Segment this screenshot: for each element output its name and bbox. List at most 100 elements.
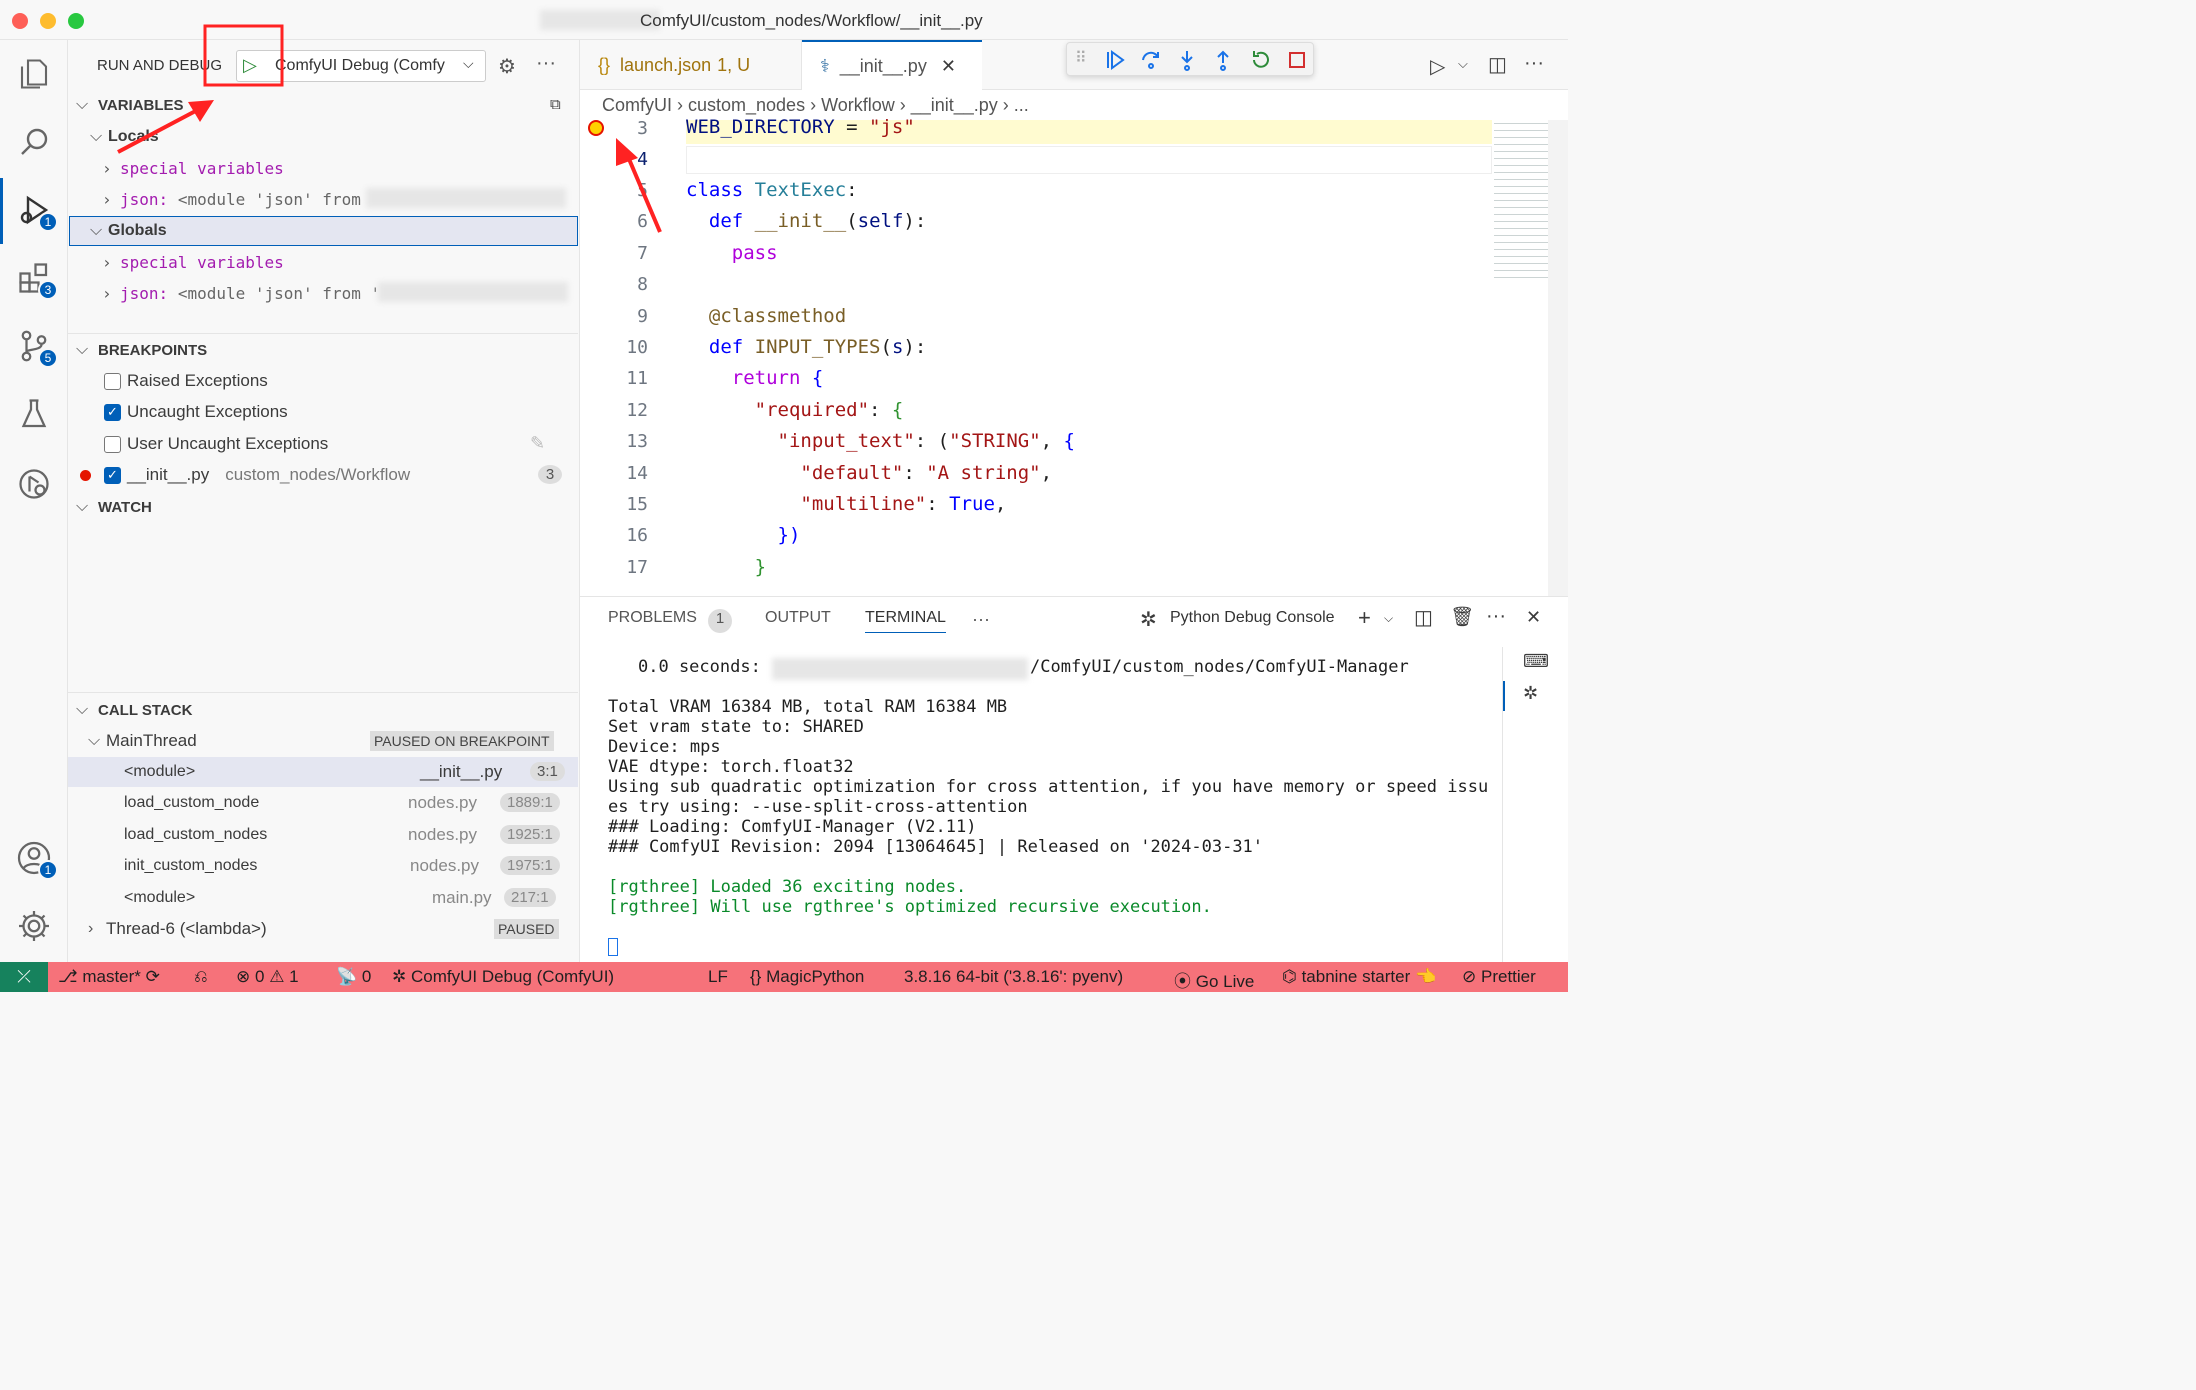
stack-frame[interactable]: <module> __init__.py 3:1 — [68, 757, 578, 787]
stop-icon[interactable] — [1285, 48, 1309, 72]
git-graph-icon[interactable]: ⎌ — [194, 967, 208, 987]
minimap[interactable] — [1494, 120, 1548, 280]
account-icon[interactable]: 1 — [12, 836, 58, 880]
checkbox-checked[interactable]: ✓ — [104, 403, 121, 421]
checkbox[interactable] — [104, 435, 121, 453]
testing-icon[interactable] — [12, 392, 56, 436]
step-out-icon[interactable] — [1211, 48, 1235, 72]
status-badge: PAUSED ON BREAKPOINT — [370, 731, 554, 751]
more-actions-icon[interactable]: ··· — [536, 52, 556, 75]
code-line: def INPUT_TYPES(s): — [708, 336, 927, 358]
terminal-cursor[interactable] — [608, 938, 618, 956]
more-tabs-icon[interactable]: ··· — [972, 609, 990, 630]
variable-row[interactable]: › special variables — [68, 153, 578, 183]
start-debugging-icon[interactable]: ▷ — [243, 55, 257, 76]
debug-console-icon[interactable]: ✲ — [1523, 683, 1538, 704]
branch-status[interactable]: ⎇ master* ⟳ — [58, 967, 160, 987]
extensions-icon[interactable]: 3 — [12, 256, 58, 300]
activity-bar: 1 3 5 1 — [0, 40, 68, 962]
continue-icon[interactable] — [1103, 48, 1127, 72]
search-icon[interactable] — [12, 120, 56, 164]
step-into-icon[interactable] — [1175, 48, 1199, 72]
stack-frame[interactable]: load_custom_node nodes.py 1889:1 — [68, 788, 578, 818]
thread-main[interactable]: ⌵ MainThread PAUSED ON BREAKPOINT — [68, 726, 578, 756]
debug-console-icon: ✲ — [1140, 609, 1157, 631]
tabnine-status[interactable]: ⌬ tabnine starter 👈 — [1282, 967, 1436, 987]
code-line: def __init__(self): — [708, 210, 927, 232]
redacted-path — [378, 282, 568, 302]
breakpoints-header[interactable]: ⌵ BREAKPOINTS — [68, 335, 578, 365]
breakpoint-raised[interactable]: Raised Exceptions — [68, 366, 578, 396]
python-interpreter-status[interactable]: 3.8.16 64-bit ('3.8.16': pyenv) — [904, 967, 1123, 987]
close-icon[interactable]: ✕ — [941, 56, 956, 77]
edit-condition-icon[interactable]: ✎ — [530, 433, 545, 454]
breakpoint-uncaught[interactable]: ✓ Uncaught Exceptions — [68, 397, 578, 427]
chevron-down-icon: ⌵ — [76, 96, 89, 113]
stack-frame[interactable]: load_custom_nodes nodes.py 1925:1 — [68, 820, 578, 850]
maximize-window-button[interactable] — [68, 13, 84, 29]
tab-problems[interactable]: PROBLEMS — [608, 609, 697, 627]
split-terminal-icon[interactable]: ◫ — [1414, 605, 1433, 630]
language-status[interactable]: {} MagicPython — [750, 967, 864, 987]
checkbox[interactable] — [104, 372, 121, 390]
chevron-down-icon[interactable]: ⌵ — [1384, 611, 1393, 626]
gear-icon[interactable]: ⚙ — [498, 54, 516, 79]
thread-6[interactable]: › Thread-6 (<lambda>) PAUSED — [68, 914, 578, 944]
tab-init-py[interactable]: ⚕ __init__.py ✕ — [802, 40, 982, 90]
breakpoint-file[interactable]: ✓ __init__.py custom_nodes/Workflow 3 — [68, 460, 578, 490]
problems-status[interactable]: ⊗ 0 ⚠ 1 — [236, 967, 299, 987]
new-terminal-icon[interactable]: + — [1358, 605, 1371, 631]
split-editor-icon[interactable]: ◫ — [1488, 52, 1507, 77]
locals-scope[interactable]: ⌵ Locals — [68, 122, 578, 152]
tab-terminal[interactable]: TERMINAL — [865, 609, 946, 633]
remote-icon[interactable]: ⤫ — [0, 962, 48, 992]
more-actions-icon[interactable]: ··· — [1486, 605, 1506, 628]
variable-row[interactable]: › json: <module 'json' from — [68, 184, 578, 214]
stack-frame[interactable]: <module> main.py 217:1 — [68, 883, 578, 913]
drag-handle-icon[interactable]: ⠿ — [1075, 48, 1099, 72]
breadcrumb[interactable]: ComfyUI › custom_nodes › Workflow › __in… — [602, 95, 1029, 116]
restart-icon[interactable] — [1249, 48, 1273, 72]
tab-output[interactable]: OUTPUT — [765, 609, 831, 627]
divider — [68, 333, 578, 334]
branch-icon: ⎇ — [58, 967, 78, 986]
gear-icon[interactable] — [12, 904, 56, 948]
chevron-down-icon: ⌵ — [90, 128, 103, 145]
step-over-icon[interactable] — [1139, 48, 1163, 72]
ports-status[interactable]: 📡 0 — [336, 967, 371, 987]
source-control-icon[interactable]: 5 — [12, 324, 58, 368]
more-actions-icon[interactable]: ··· — [1524, 52, 1544, 75]
code-line: return { — [731, 367, 824, 389]
debug-config-select[interactable]: ▷ ComfyUI Debug (Comfy ⌵ — [236, 50, 486, 82]
callstack-header[interactable]: ⌵ CALL STACK — [68, 695, 578, 725]
broadcast-icon: ⦿ — [1174, 972, 1191, 991]
tab-launch-json[interactable]: {} launch.json 1, U — [580, 40, 802, 90]
chevron-down-icon[interactable]: ⌵ — [1458, 56, 1468, 72]
close-icon[interactable]: ✕ — [1526, 607, 1541, 628]
run-python-file-icon[interactable]: ▷ — [1430, 54, 1445, 79]
minimize-window-button[interactable] — [40, 13, 56, 29]
variable-row[interactable]: › json: <module 'json' from ' — [68, 278, 578, 308]
eol-status[interactable]: LF — [708, 967, 728, 987]
scrollbar[interactable] — [1548, 120, 1568, 596]
breakpoint-user-uncaught[interactable]: User Uncaught Exceptions ✎ — [68, 429, 578, 459]
prettier-status[interactable]: ⊘ Prettier — [1462, 967, 1536, 987]
watch-header[interactable]: ⌵ WATCH — [68, 492, 578, 522]
debug-icon: ✲ — [392, 967, 407, 986]
checkbox-checked[interactable]: ✓ — [104, 466, 121, 484]
globals-scope[interactable]: ⌵ Globals — [69, 216, 578, 246]
collapse-all-icon[interactable]: ⧉ — [550, 96, 561, 113]
debug-status[interactable]: ✲ ComfyUI Debug (ComfyUI) — [392, 967, 614, 987]
trash-icon[interactable]: 🗑 — [1450, 605, 1474, 629]
terminal-name[interactable]: Python Debug Console — [1170, 609, 1335, 627]
remote-explorer-icon[interactable] — [12, 462, 56, 506]
variables-header[interactable]: ⌵ VARIABLES ⧉ — [68, 90, 578, 120]
run-debug-icon[interactable]: 1 — [12, 188, 58, 232]
close-window-button[interactable] — [12, 13, 28, 29]
go-live-status[interactable]: ⦿ Go Live — [1174, 967, 1254, 992]
terminal-icon[interactable]: ⌨ — [1523, 651, 1549, 672]
variable-row[interactable]: › special variables — [68, 247, 578, 277]
source-control-badge: 5 — [38, 348, 58, 368]
stack-frame[interactable]: init_custom_nodes nodes.py 1975:1 — [68, 851, 578, 881]
explorer-icon[interactable] — [12, 52, 56, 96]
